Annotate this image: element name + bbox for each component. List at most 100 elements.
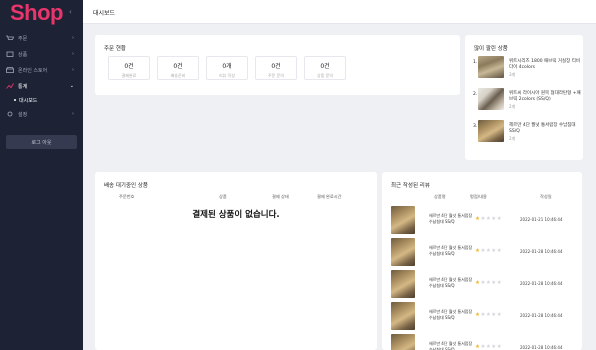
- star-empty-icon: ★★★★: [480, 280, 503, 286]
- star-empty-icon: ★★★★: [480, 312, 503, 318]
- rating-stars: ★★★★★: [475, 248, 502, 254]
- rating-stars: ★★★★★: [475, 344, 502, 350]
- stat-value: 0건: [124, 63, 134, 70]
- product-thumbnail: [391, 238, 415, 266]
- cart-icon: [6, 35, 14, 40]
- rating-stars: ★★★★★: [475, 216, 502, 222]
- sidebar-menu: 주문 › 상품 › 온라인 스토어 › 통계 ⌄ 대시보드 설정 ›: [0, 30, 83, 122]
- product-thumbnail: [391, 334, 415, 350]
- column-header: 상품명: [434, 194, 446, 199]
- stat-value: 0개: [222, 63, 232, 70]
- review-date: 2022-01-28 10:46:44: [520, 345, 563, 350]
- sidebar-item-label: 주문: [18, 35, 28, 42]
- card-title: 배송 대기중인 상품: [104, 183, 148, 189]
- rank-number: 3.: [473, 124, 478, 129]
- card-title: 최근 작성된 리뷰: [391, 183, 430, 189]
- box-icon: [6, 51, 14, 57]
- card-title: 많이 팔린 상품: [474, 46, 508, 52]
- review-row[interactable]: 헤르만 4단 월넛 통서랍장 수납침대 SS/Q ★★★★★ 2022-01-2…: [391, 206, 576, 236]
- column-header: 주문번호: [119, 194, 135, 199]
- collapse-icon[interactable]: ‹: [69, 8, 72, 16]
- column-header: 작성일: [540, 194, 552, 199]
- review-date: 2022-01-28 10:46:44: [520, 313, 563, 318]
- empty-message: 결제된 상품이 없습니다.: [192, 210, 280, 220]
- sidebar-item-products[interactable]: 상품 ›: [0, 46, 83, 62]
- order-status-card: 주문 현황 0건 결제완료 0건 배송준비 0개 리뷰 작성 0건 주문 문의 …: [95, 35, 460, 95]
- sidebar-item-orders[interactable]: 주문 ›: [0, 30, 83, 46]
- review-product-name: 헤르만 4단 월넛 통서랍장 수납침대 SS/Q: [429, 341, 473, 350]
- sales-count: 2개: [509, 136, 516, 141]
- sidebar-subitem-dashboard[interactable]: 대시보드: [0, 94, 83, 106]
- stat-label: 결제완료: [121, 73, 137, 78]
- sales-count: 2개: [509, 104, 516, 109]
- stat-paid[interactable]: 0건 결제완료: [108, 56, 150, 80]
- product-thumbnail: [391, 302, 415, 330]
- chevron-right-icon: ›: [72, 35, 74, 41]
- sidebar: Shop ‹ 주문 › 상품 › 온라인 스토어 › 통계 ⌄ 대시보드 설정 …: [0, 0, 83, 350]
- rank-number: 2.: [473, 92, 478, 97]
- list-item[interactable]: 2. 위트씨 라이시아 원목 협대라탄형 +패브릭 2colors (SS/Q)…: [473, 88, 581, 112]
- recent-reviews-card: 최근 작성된 리뷰 상품명 평점/내용 작성일 헤르만 4단 월넛 통서랍장 수…: [382, 172, 582, 350]
- review-row[interactable]: 헤르만 4단 월넛 통서랍장 수납침대 SS/Q ★★★★★ 2022-01-2…: [391, 270, 576, 300]
- product-thumbnail: [391, 206, 415, 234]
- review-date: 2022-01-28 10:46:44: [520, 249, 563, 254]
- review-product-name: 헤르만 4단 월넛 통서랍장 수납침대 SS/Q: [429, 277, 473, 288]
- sidebar-item-statistics[interactable]: 통계 ⌄: [0, 78, 83, 94]
- column-header: 결제 완료시간: [317, 194, 342, 199]
- list-item[interactable]: 3. 헤르만 4단 월넛 통서랍장 수납침대 SS/Q 2개: [473, 120, 581, 144]
- store-icon: [6, 67, 14, 73]
- star-empty-icon: ★★★★: [480, 248, 503, 254]
- column-header: 상품: [219, 194, 227, 199]
- star-empty-icon: ★★★★: [480, 216, 503, 222]
- logout-button[interactable]: 로그 아웃: [6, 135, 77, 149]
- chart-icon: [6, 83, 14, 89]
- chevron-right-icon: ›: [72, 51, 74, 57]
- stat-value: 0건: [173, 63, 183, 70]
- rating-stars: ★★★★★: [475, 280, 502, 286]
- stat-product-inquiry[interactable]: 0건 상품 문의: [304, 56, 346, 80]
- review-row[interactable]: 헤르만 4단 월넛 통서랍장 수납침대 SS/Q ★★★★★ 2022-01-2…: [391, 238, 576, 268]
- popular-products-card: 많이 팔린 상품 1. 위트시리즈 1800 패브릭 거실장 티비다이 4col…: [465, 35, 583, 160]
- sidebar-subitem-label: 대시보드: [19, 97, 38, 104]
- product-thumbnail: [391, 270, 415, 298]
- sidebar-item-settings[interactable]: 설정 ›: [0, 106, 83, 122]
- list-item[interactable]: 1. 위트시리즈 1800 패브릭 거실장 티비다이 4colors 3개: [473, 56, 581, 80]
- logo[interactable]: Shop: [10, 0, 64, 26]
- review-product-name: 헤르만 4단 월넛 통서랍장 수납침대 SS/Q: [429, 245, 473, 256]
- product-thumbnail: [478, 56, 504, 78]
- rank-number: 1.: [473, 60, 478, 65]
- review-date: 2022-01-28 10:46:44: [520, 281, 563, 286]
- product-name: 헤르만 4단 월넛 통서랍장 수납침대 SS/Q: [509, 123, 576, 134]
- review-product-name: 헤르만 4단 월넛 통서랍장 수납침대 SS/Q: [429, 309, 473, 320]
- sidebar-item-label: 온라인 스토어: [18, 67, 48, 74]
- product-name: 위트씨 라이시아 원목 협대라탄형 +패브릭 2colors (SS/Q): [509, 91, 581, 102]
- star-empty-icon: ★★★★: [480, 344, 503, 350]
- stat-reviews[interactable]: 0개 리뷰 작성: [206, 56, 248, 80]
- sidebar-item-online-store[interactable]: 온라인 스토어 ›: [0, 62, 83, 78]
- gear-icon: [7, 111, 13, 117]
- chevron-right-icon: ›: [72, 67, 74, 73]
- stat-value: 0건: [320, 63, 330, 70]
- sidebar-item-label: 상품: [18, 51, 28, 58]
- stat-value: 0건: [271, 63, 281, 70]
- review-row[interactable]: 헤르만 4단 월넛 통서랍장 수납침대 SS/Q ★★★★★ 2022-01-2…: [391, 302, 576, 332]
- stat-label: 배송준비: [170, 73, 186, 78]
- column-header: 결제 상태: [272, 194, 289, 199]
- sales-count: 3개: [509, 72, 516, 77]
- chevron-down-icon: ⌄: [69, 83, 74, 89]
- stat-shipping-ready[interactable]: 0건 배송준비: [157, 56, 199, 80]
- stat-label: 주문 문의: [268, 73, 284, 78]
- sidebar-item-label: 통계: [18, 83, 28, 90]
- review-date: 2022-01-21 10:46:44: [520, 217, 563, 222]
- review-product-name: 헤르만 4단 월넛 통서랍장 수납침대 SS/Q: [429, 213, 473, 224]
- chevron-right-icon: ›: [72, 111, 74, 117]
- product-name: 위트시리즈 1800 패브릭 거실장 티비다이 4colors: [509, 59, 580, 70]
- page-title: 대시보드: [93, 10, 116, 17]
- stat-label: 상품 문의: [317, 73, 333, 78]
- column-header: 평점/내용: [470, 194, 487, 199]
- stat-order-inquiry[interactable]: 0건 주문 문의: [255, 56, 297, 80]
- sidebar-item-label: 설정: [18, 111, 28, 118]
- review-row[interactable]: 헤르만 4단 월넛 통서랍장 수납침대 SS/Q ★★★★★ 2022-01-2…: [391, 334, 576, 350]
- logo-text: Shop: [10, 0, 64, 25]
- product-thumbnail: [478, 120, 504, 142]
